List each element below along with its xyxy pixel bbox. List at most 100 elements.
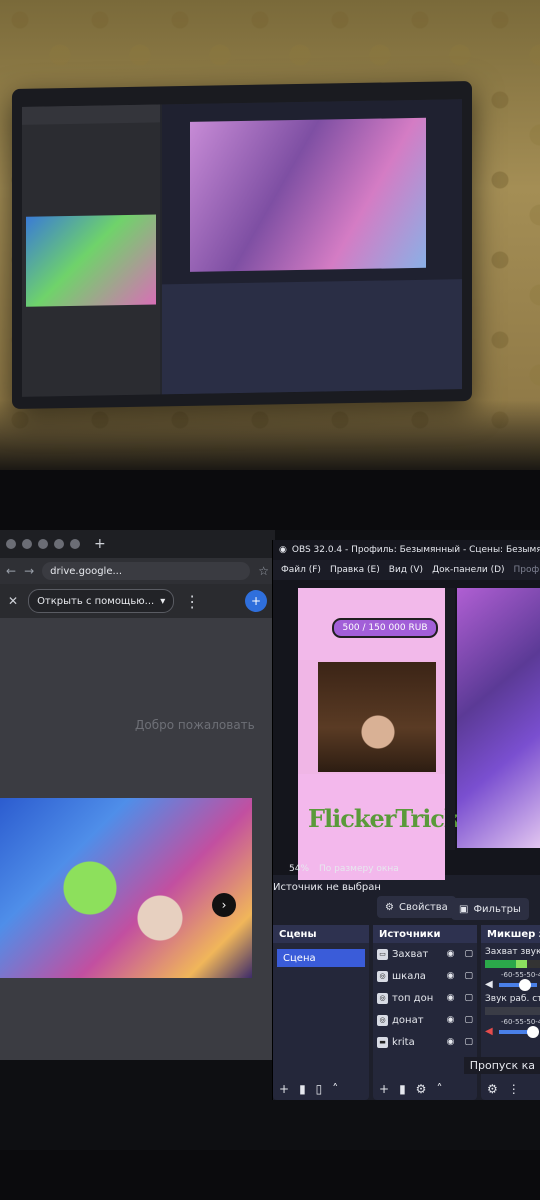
mixer-controls: ⚙ ⋮ [481,1082,540,1096]
eye-icon[interactable]: ◉ [447,1037,455,1047]
obs-window: ◉ OBS 32.0.4 - Профиль: Безымянный - Сце… [272,540,540,1100]
tab-favicon[interactable] [38,539,48,549]
star-icon[interactable]: ☆ [258,564,269,578]
lock-icon[interactable]: ▢ [464,971,473,981]
sources-controls: + ▮ ⚙ ˄ [373,1082,477,1096]
filter-icon[interactable]: ▯ [316,1082,323,1096]
chevron-up-icon[interactable]: ˄ [332,1082,338,1096]
gear-icon[interactable]: ⚙ [416,1082,427,1096]
address-bar-row: ← → drive.google... ☆ [0,558,275,584]
close-icon[interactable]: ✕ [8,594,18,608]
muted-speaker-icon[interactable]: ◀ [485,1026,493,1037]
tab-favicon[interactable] [6,539,16,549]
browser-tab-strip: + [0,530,275,558]
previewed-photo [0,798,252,978]
add-icon[interactable]: + [379,1082,389,1096]
zoom-percent[interactable]: 54% [289,864,309,874]
trash-icon[interactable]: ▮ [299,1082,306,1096]
obs-title-bar: ◉ OBS 32.0.4 - Профиль: Безымянный - Сце… [273,540,540,560]
no-source-label: Источник не выбран [273,882,381,893]
meter-scale: -60-55-50-45-40-35-30-25 [501,1018,540,1026]
laptop-browser-window [22,104,160,397]
source-item[interactable]: ▭ Захват ◉ ▢ [373,943,477,965]
share-button[interactable]: + [245,590,267,612]
properties-button[interactable]: ⚙ Свойства [377,896,456,918]
slider-knob[interactable] [526,1025,539,1038]
browser-icon: ◎ [377,992,388,1004]
lock-icon[interactable]: ▢ [464,1015,473,1025]
tab-favicon[interactable] [54,539,64,549]
speaker-icon[interactable]: ◀ [485,979,493,990]
forward-arrow-icon[interactable]: → [24,564,34,578]
background-laptop [12,80,472,410]
back-arrow-icon[interactable]: ← [6,564,16,578]
laptop-obs-window [162,99,462,395]
chevron-up-icon[interactable]: ˄ [436,1082,442,1096]
open-with-button[interactable]: Открыть с помощью... ▾ [28,589,175,613]
source-label: донат [392,1014,424,1026]
volume-row: ◀ [481,1025,540,1038]
laptop-screen [22,99,462,397]
filters-label: Фильтры [473,903,521,915]
obs-logo-icon: ◉ [279,545,287,555]
donation-widget: 500 / 150 000 RUB [298,588,445,660]
add-icon[interactable]: + [279,1082,289,1096]
source-label: шкала [392,970,426,982]
volume-slider[interactable] [498,1025,539,1038]
desk-shadow [0,400,540,480]
scenes-dock: Сцены Сцена + ▮ ▯ ˄ [273,925,369,1100]
gear-icon: ⚙ [385,901,394,913]
slider-knob[interactable] [518,978,531,991]
level-meter [485,960,540,968]
menu-file[interactable]: Файл (F) [281,565,321,575]
game-capture-preview [457,588,540,848]
source-label: Захват [392,948,429,960]
eye-icon[interactable]: ◉ [447,993,455,1003]
mixer-header: Микшер звука [481,925,540,943]
skip-frames-status: Пропуск ка [463,1057,540,1074]
eye-icon[interactable]: ◉ [447,1015,455,1025]
source-item[interactable]: ◎ шкала ◉ ▢ [373,965,477,987]
sources-dock: Источники ▭ Захват ◉ ▢ ◎ шкала ◉ ▢ ◎ топ… [373,925,477,1100]
tab-favicon[interactable] [70,539,80,549]
chevron-down-icon: ▾ [160,595,166,607]
obs-preview[interactable]: 500 / 150 000 RUB FlickerTrick [273,580,540,880]
laptop-obs-preview [190,117,426,272]
tab-favicon[interactable] [22,539,32,549]
fit-to-window[interactable]: По размеру окна [319,864,399,874]
lock-icon[interactable]: ▢ [464,1037,473,1047]
source-item[interactable]: ◎ донат ◉ ▢ [373,1009,477,1031]
more-icon[interactable]: ⋮ [184,592,200,611]
eye-icon[interactable]: ◉ [447,971,455,981]
menu-view[interactable]: Вид (V) [389,565,423,575]
menu-profile[interactable]: Профиль (P) [514,565,540,575]
add-person-icon: + [250,594,262,608]
next-arrow-icon[interactable]: › [212,893,236,917]
scene-item[interactable]: Сцена [277,949,365,967]
stream-canvas: 500 / 150 000 RUB FlickerTrick [298,588,461,880]
lock-icon[interactable]: ▢ [464,949,473,959]
trash-icon[interactable]: ▮ [399,1082,406,1096]
laptop-browser-photo [26,214,156,307]
drive-preview-body: Добро пожаловать › − ⌕ + [0,618,275,1060]
more-icon[interactable]: ⋮ [508,1082,520,1096]
eye-icon[interactable]: ◉ [447,949,455,959]
menu-edit[interactable]: Правка (E) [330,565,380,575]
level-meter [485,1007,540,1015]
window-icon: ▬ [377,1036,388,1048]
browser-icon: ◎ [377,1014,388,1026]
laptop-browser-tabbar [22,104,160,125]
new-tab-icon[interactable]: + [94,536,106,552]
url-field[interactable]: drive.google... [42,562,251,580]
filters-button[interactable]: ▣ Фильтры [451,898,529,920]
webcam-source [318,662,436,772]
lock-icon[interactable]: ▢ [464,993,473,1003]
source-item[interactable]: ◎ топ дон ◉ ▢ [373,987,477,1009]
menu-docks[interactable]: Док-панели (D) [432,565,504,575]
welcome-text: Добро пожаловать [135,718,255,732]
volume-slider[interactable] [498,978,537,991]
properties-label: Свойства [398,901,448,913]
browser-icon: ◎ [377,970,388,982]
source-item[interactable]: ▬ krita ◉ ▢ [373,1031,477,1053]
gear-icon[interactable]: ⚙ [487,1082,498,1096]
